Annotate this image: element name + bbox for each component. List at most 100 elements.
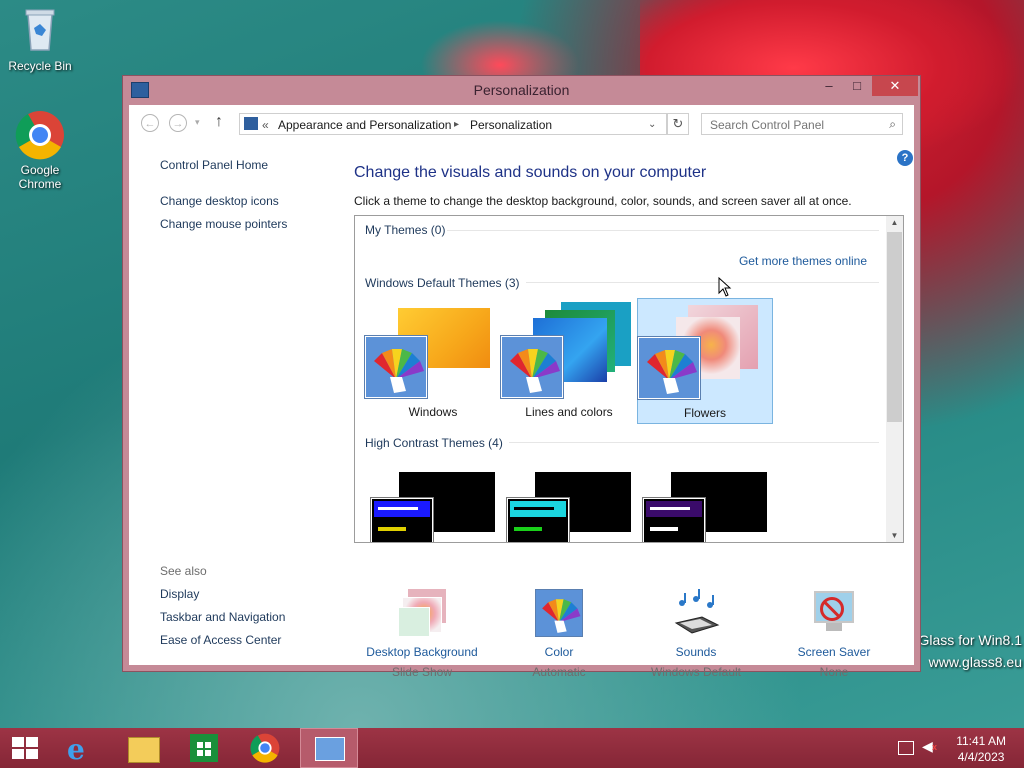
recycle-bin-icon <box>0 6 80 55</box>
start-button[interactable] <box>0 728 56 768</box>
theme-label: Windows <box>408 405 458 419</box>
watermark-line2: www.glass8.eu <box>928 654 1022 670</box>
breadcrumb-appearance[interactable]: Appearance and Personalization <box>278 118 451 132</box>
file-explorer-button[interactable] <box>116 728 172 768</box>
high-contrast-heading: High Contrast Themes (4) <box>365 436 509 450</box>
title-bar[interactable]: Personalization – □ ✕ <box>123 76 920 104</box>
setting-value: None <box>819 665 849 679</box>
scroll-up-arrow-icon[interactable]: ▲ <box>886 218 903 227</box>
folder-icon <box>128 737 160 763</box>
minimize-button[interactable]: – <box>816 76 842 96</box>
default-themes-heading: Windows Default Themes (3) <box>365 276 526 290</box>
windows-logo-icon <box>12 737 38 759</box>
breadcrumb-overflow[interactable]: « <box>262 118 269 132</box>
scrollbar-thumb[interactable] <box>887 232 902 422</box>
maximize-button[interactable]: □ <box>844 76 870 96</box>
hc-preview-front <box>643 498 705 542</box>
forward-button[interactable]: → <box>169 114 187 132</box>
hc-text-line <box>514 507 554 510</box>
theme-windows[interactable]: Windows <box>365 298 501 424</box>
setting-label[interactable]: Screen Saver <box>769 645 899 659</box>
screen-saver-icon <box>810 589 858 637</box>
setting-value: Windows Default <box>650 665 742 679</box>
internet-explorer-button[interactable]: e <box>54 728 110 768</box>
window-client: ← → ▾ ↑ « Appearance and Personalization… <box>129 105 914 679</box>
hc-text-line <box>650 507 690 510</box>
mouse-cursor-icon <box>718 277 732 297</box>
color-palette-icon <box>535 589 583 637</box>
desktop-background-icon <box>398 589 446 637</box>
setting-label[interactable]: Sounds <box>631 645 761 659</box>
search-icon[interactable]: ⌕ <box>889 117 896 132</box>
address-bar[interactable]: « Appearance and Personalization ▸ Perso… <box>239 113 667 135</box>
search-input[interactable] <box>708 117 882 133</box>
back-button[interactable]: ← <box>141 114 159 132</box>
breadcrumb-arrow-icon[interactable]: ▸ <box>454 119 459 130</box>
hc-text-line <box>378 507 418 510</box>
control-panel-icon <box>315 737 345 761</box>
control-panel-home-link[interactable]: Control Panel Home <box>160 158 268 172</box>
color-palette-icon <box>501 336 563 398</box>
setting-label[interactable]: Desktop Background <box>357 645 487 659</box>
internet-explorer-icon: e <box>67 733 85 766</box>
my-themes-heading: My Themes (0) <box>365 223 446 237</box>
hc-accent-line <box>514 527 542 531</box>
desktop-background-setting[interactable]: Desktop Background Slide Show <box>357 589 487 679</box>
desktop-icon-google-chrome[interactable]: Google Chrome <box>0 110 80 191</box>
color-palette-icon <box>365 336 427 398</box>
taskbar-navigation-link[interactable]: Taskbar and Navigation <box>160 610 285 624</box>
change-mouse-pointers-link[interactable]: Change mouse pointers <box>160 217 287 231</box>
window-title: Personalization <box>473 82 570 98</box>
vertical-scrollbar[interactable]: ▲ ▼ <box>886 216 903 542</box>
hc-accent-line <box>378 527 406 531</box>
control-panel-taskbar-button[interactable] <box>300 728 358 768</box>
clock-time: 11:41 AM <box>956 734 1006 748</box>
color-palette-icon <box>638 337 700 399</box>
control-panel-small-icon <box>244 117 258 130</box>
address-dropdown-icon[interactable]: ⌄ <box>648 119 656 130</box>
theme-high-contrast-3[interactable] <box>639 472 775 542</box>
screen-saver-setting[interactable]: Screen Saver None <box>769 589 899 679</box>
hc-preview-front <box>507 498 569 542</box>
close-button[interactable]: ✕ <box>872 76 918 96</box>
search-box[interactable]: ⌕ <box>701 113 903 135</box>
page-title: Change the visuals and sounds on your co… <box>354 164 707 181</box>
clock-date: 4/4/2023 <box>957 750 1005 764</box>
ease-of-access-link[interactable]: Ease of Access Center <box>160 633 281 647</box>
theme-lines-and-colors[interactable]: Lines and colors <box>501 298 637 424</box>
watermark-line1: Glass for Win8.1 <box>918 632 1022 648</box>
recent-pages-chevron-icon[interactable]: ▾ <box>195 117 200 128</box>
up-arrow-icon[interactable]: ↑ <box>215 113 223 131</box>
scroll-down-arrow-icon[interactable]: ▼ <box>886 531 903 540</box>
sounds-setting[interactable]: Sounds Windows Default <box>631 589 761 679</box>
themes-list[interactable]: My Themes (0) Get more themes online Win… <box>354 215 904 543</box>
theme-high-contrast-1[interactable] <box>367 472 503 542</box>
chrome-taskbar-button[interactable] <box>238 728 294 768</box>
setting-label[interactable]: Color <box>494 645 624 659</box>
navigation-bar: ← → ▾ ↑ « Appearance and Personalization… <box>129 105 914 141</box>
theme-flowers[interactable]: Flowers <box>637 298 773 424</box>
taskbar: e ◀ x 11:41 AM 4/4/2023 <box>0 728 1024 768</box>
theme-high-contrast-2[interactable] <box>503 472 639 542</box>
breadcrumb-personalization[interactable]: Personalization <box>470 118 552 132</box>
refresh-icon[interactable]: ↻ <box>667 113 689 135</box>
theme-label: Lines and colors <box>525 405 613 419</box>
page-subtitle: Click a theme to change the desktop back… <box>354 194 852 208</box>
get-more-themes-link[interactable]: Get more themes online <box>739 254 867 268</box>
display-link[interactable]: Display <box>160 587 199 601</box>
see-also-heading: See also <box>160 564 207 578</box>
desktop-icon-recycle-bin[interactable]: Recycle Bin <box>0 6 80 73</box>
hc-accent-line <box>650 527 678 531</box>
store-button[interactable] <box>176 728 232 768</box>
desktop-icon-label: Google Chrome <box>18 163 62 191</box>
color-setting[interactable]: Color Automatic <box>494 589 624 679</box>
change-desktop-icons-link[interactable]: Change desktop icons <box>160 194 279 208</box>
help-icon[interactable]: ? <box>897 150 913 166</box>
chrome-icon <box>0 110 80 163</box>
network-icon[interactable] <box>898 741 914 755</box>
desktop-icon-label: Recycle Bin <box>8 59 72 73</box>
chrome-icon <box>250 733 280 763</box>
personalization-window: Personalization – □ ✕ ← → ▾ ↑ « Appearan… <box>122 75 921 679</box>
system-clock[interactable]: 11:41 AM 4/4/2023 <box>956 733 1006 765</box>
setting-value: Slide Show <box>391 665 453 679</box>
